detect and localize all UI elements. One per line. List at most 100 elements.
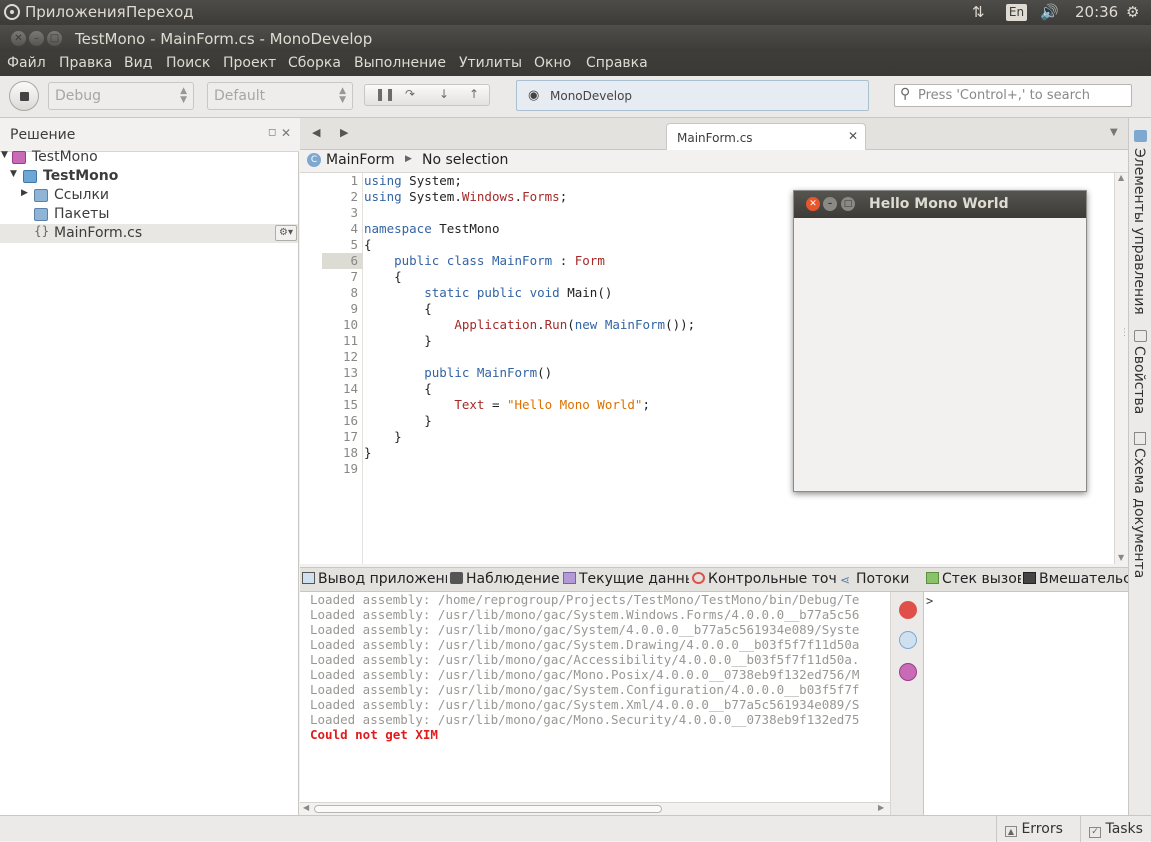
volume-icon[interactable]: 🔊 (1040, 3, 1059, 21)
pause-icon[interactable]: ❚❚ (375, 87, 395, 101)
configuration-select[interactable]: Debug ▲ ▼ (48, 82, 194, 110)
tree-item-mainform[interactable]: {} MainForm.cs ⚙▾ (0, 224, 298, 243)
line-number: 9 (350, 301, 358, 316)
tab-application-output[interactable]: Вывод приложения (302, 571, 447, 587)
code-line: } (364, 445, 372, 460)
minimize-window-button[interactable]: – (823, 197, 837, 211)
menu-help[interactable]: Справка (586, 55, 648, 71)
ubuntu-logo-icon[interactable] (4, 4, 20, 20)
breadcrumb-class[interactable]: MainForm (326, 152, 395, 168)
stop-hand-icon[interactable] (899, 601, 917, 619)
code-line: } (364, 413, 432, 428)
menu-file[interactable]: Файл (7, 55, 46, 71)
tasks-button[interactable]: ✓ Tasks (1080, 816, 1151, 842)
tab-scroll-left-icon[interactable]: ◀ (312, 126, 320, 139)
line-number: 5 (350, 237, 358, 252)
editor-vertical-scrollbar[interactable]: ▲ ⋮ ▼ (1114, 173, 1129, 564)
platform-select[interactable]: Default ▲ ▼ (207, 82, 353, 110)
menu-build[interactable]: Сборка (288, 55, 341, 71)
scroll-left-icon[interactable]: ◀ (303, 803, 309, 812)
maximize-window-button[interactable]: □ (841, 197, 855, 211)
code-line: { (364, 381, 432, 396)
clear-eraser-icon[interactable] (899, 631, 917, 649)
dock-tab-document-outline[interactable]: Схема документа (1131, 448, 1147, 578)
breadcrumb-member[interactable]: No selection (422, 152, 508, 168)
code-line: using System.Windows.Forms; (364, 189, 568, 204)
tab-scroll-right-icon[interactable]: ▶ (340, 126, 348, 139)
scroll-up-icon[interactable]: ▲ (1118, 173, 1124, 182)
menu-go[interactable]: Переход (126, 3, 194, 21)
tree-item-label: TestMono (43, 168, 119, 184)
errors-icon: ▲ (1005, 826, 1017, 837)
expander-closed-icon[interactable]: ▶ (21, 188, 28, 198)
line-number: 10 (342, 317, 358, 332)
line-number: 3 (350, 205, 358, 220)
word-wrap-icon[interactable] (899, 663, 917, 681)
dock-tab-properties[interactable]: Свойства (1131, 346, 1147, 414)
tab-list-dropdown-icon[interactable]: ▼ (1110, 127, 1118, 138)
platform-value: Default (214, 88, 266, 104)
line-number: 2 (350, 189, 358, 204)
item-options-gear-icon[interactable]: ⚙▾ (275, 225, 297, 241)
step-out-icon[interactable]: ↑ (469, 87, 479, 101)
tab-call-stack[interactable]: Стек вызовов (926, 571, 1021, 587)
search-input[interactable]: ⚲ Press 'Control+,' to search (894, 84, 1132, 107)
status-bar: ▲ Errors ✓ Tasks (0, 815, 1151, 842)
close-window-button[interactable]: ✕ (806, 197, 820, 211)
line-number: 15 (342, 397, 358, 412)
hello-mono-window[interactable]: ✕ – □ Hello Mono World (793, 190, 1087, 492)
tab-threads[interactable]: ⋖ Потоки (840, 571, 920, 587)
hello-window-titlebar[interactable]: ✕ – □ Hello Mono World (794, 191, 1086, 218)
application-output[interactable]: Loaded assembly: /home/reprogroup/Projec… (300, 592, 890, 802)
tree-item-label: Пакеты (54, 206, 110, 222)
immediate-pad[interactable]: > (923, 592, 1128, 815)
menu-tools[interactable]: Утилиты (459, 55, 522, 71)
tab-watch[interactable]: Наблюдение (450, 571, 560, 587)
step-over-icon[interactable]: ↷ (405, 87, 415, 101)
maximize-window-button[interactable]: □ (47, 31, 62, 46)
tab-locals[interactable]: Текущие данные (563, 571, 689, 587)
threads-icon: ⋖ (840, 573, 851, 587)
tree-item-packages[interactable]: Пакеты (0, 205, 298, 224)
cs-file-icon: {} (34, 224, 50, 238)
menu-project[interactable]: Проект (223, 55, 276, 71)
menu-search[interactable]: Поиск (166, 55, 210, 71)
menu-applications[interactable]: Приложения (25, 3, 126, 21)
configuration-value: Debug (55, 88, 102, 104)
tree-item-project[interactable]: ▼ TestMono (0, 167, 298, 186)
scroll-thumb[interactable] (314, 805, 662, 813)
output-tools (890, 592, 923, 815)
menu-run[interactable]: Выполнение (354, 55, 446, 71)
network-icon[interactable]: ⇅ (972, 3, 985, 21)
stop-button[interactable] (9, 81, 39, 111)
clock[interactable]: 20:36 (1075, 3, 1118, 21)
scroll-down-icon[interactable]: ▼ (1118, 553, 1124, 562)
solution-icon (12, 151, 26, 164)
tree-item-references[interactable]: ▶ Ссылки (0, 186, 298, 205)
gear-icon[interactable]: ⚙ (1126, 3, 1139, 21)
errors-button[interactable]: ▲ Errors (996, 816, 1080, 842)
tree-item-solution[interactable]: ▼ TestMono (0, 148, 298, 167)
tab-breakpoints[interactable]: Контрольные точки (692, 571, 838, 587)
references-folder-icon (34, 189, 48, 202)
tab-mainform[interactable]: MainForm.cs ✕ (666, 123, 866, 151)
menu-edit[interactable]: Правка (59, 55, 112, 71)
menu-view[interactable]: Вид (124, 55, 152, 71)
expander-open-icon[interactable]: ▼ (10, 169, 17, 179)
close-window-button[interactable]: ✕ (11, 31, 26, 46)
step-into-icon[interactable]: ↓ (439, 87, 449, 101)
minimize-window-button[interactable]: – (29, 31, 44, 46)
dock-tab-toolbox[interactable]: Элементы управления (1131, 148, 1147, 315)
tree-item-label: MainForm.cs (54, 225, 143, 241)
pad-dock-icon[interactable]: ◻ (268, 127, 276, 138)
output-horizontal-scrollbar[interactable]: ◀ ▶ (300, 802, 890, 815)
scroll-right-icon[interactable]: ▶ (878, 803, 884, 812)
tab-immediate[interactable]: Вмешательство (1023, 571, 1128, 587)
window-titlebar: ✕ – □ TestMono - MainForm.cs - MonoDevel… (0, 25, 1151, 52)
expander-open-icon[interactable]: ▼ (1, 150, 8, 160)
menu-window[interactable]: Окно (534, 55, 571, 71)
close-icon[interactable]: ✕ (281, 126, 291, 140)
keyboard-layout-indicator[interactable]: En (1006, 4, 1027, 21)
line-number: 16 (342, 413, 358, 428)
close-tab-icon[interactable]: ✕ (848, 129, 858, 143)
